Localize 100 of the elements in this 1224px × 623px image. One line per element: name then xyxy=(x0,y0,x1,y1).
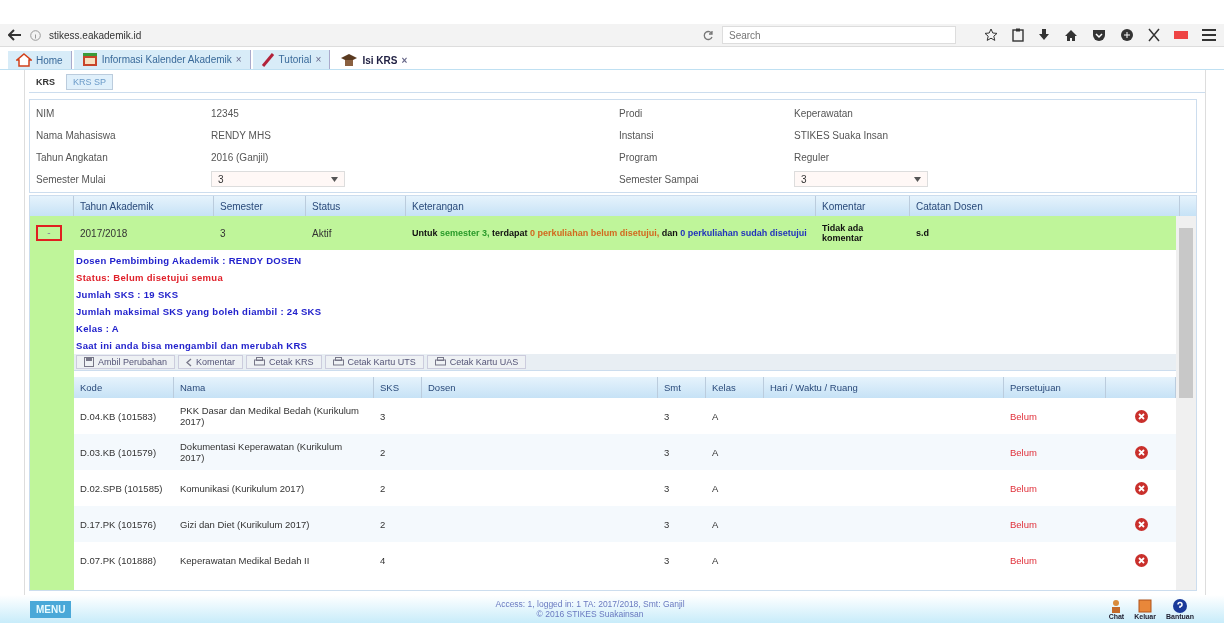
table-cell-text: 3 xyxy=(379,410,387,422)
table-cell-text: Dokumentasi Keperawatan (Kurikulum 2017) xyxy=(179,441,344,463)
search-field[interactable]: Search xyxy=(722,26,956,44)
action-button[interactable]: Cetak Kartu UAS xyxy=(426,355,527,369)
back-icon[interactable] xyxy=(8,29,22,41)
table-cell-text: Belum xyxy=(1009,446,1038,458)
table-cell-text: Komunikasi (Kurikulum 2017) xyxy=(179,482,306,494)
scrollbar[interactable] xyxy=(1176,216,1196,590)
table-cell-text: Keperawatan Medikal Bedah II xyxy=(179,554,311,566)
table-cell-text: D.04.KB (101583) xyxy=(79,410,158,422)
address-field[interactable]: stikess.eakademik.id xyxy=(49,29,695,41)
table-cell-text: Aktif xyxy=(311,227,333,239)
table-cell-text: 2 xyxy=(379,446,387,458)
app-tab[interactable]: Informasi Kalender Akademik × xyxy=(73,50,251,69)
delete-icon[interactable] xyxy=(1134,517,1148,531)
table-cell-text: Gizi dan Diet (Kurikulum 2017) xyxy=(179,518,311,530)
detail-text: Kelas : A xyxy=(75,322,120,336)
table-cell-text: 2 xyxy=(379,482,387,494)
table-cell-text: A xyxy=(711,482,720,494)
table-cell-text: 3 xyxy=(219,227,227,239)
table-cell-text: Belum xyxy=(1009,554,1038,566)
field-label: Tahun Angkatan xyxy=(36,151,109,163)
printer-icon xyxy=(254,357,266,367)
app-tab[interactable]: Tutorial × xyxy=(252,50,331,69)
house-icon xyxy=(16,53,32,67)
table-cell-text: 4 xyxy=(379,554,387,566)
semester-select[interactable]: 3 xyxy=(794,171,928,187)
delete-icon[interactable] xyxy=(1134,445,1148,459)
table-cell-text: D.02.SPB (101585) xyxy=(79,482,164,494)
table-cell-text: Belum xyxy=(1009,410,1038,422)
close-tab-icon[interactable]: × xyxy=(315,54,322,65)
field-label: Instansi xyxy=(619,129,655,141)
field-value: STIKES Suaka Insan xyxy=(794,129,888,141)
table-cell-text: s.d xyxy=(915,228,930,238)
pen-icon xyxy=(260,52,275,67)
table-cell-text: A xyxy=(711,518,720,530)
table-cell-text: A xyxy=(711,554,720,566)
home-icon[interactable] xyxy=(1064,28,1078,42)
table-cell-text: PKK Dasar dan Medikal Bedah (Kurikulum 2017) xyxy=(179,405,360,427)
calendar-icon xyxy=(81,52,98,67)
table-cell-text: 3 xyxy=(663,554,671,566)
table-cell-text: D.17.PK (101576) xyxy=(79,518,158,530)
table-cell-text: Belum xyxy=(1009,482,1038,494)
door-icon xyxy=(1138,598,1153,613)
table-cell-text: 2017/2018 xyxy=(79,227,129,239)
field-label: Semester Mulai xyxy=(36,173,107,185)
delete-icon[interactable] xyxy=(1134,553,1148,567)
action-button[interactable]: Komentar xyxy=(178,355,244,369)
field-label: Semester Sampai xyxy=(619,173,700,185)
action-button[interactable]: Cetak Kartu UTS xyxy=(324,355,424,369)
delete-icon[interactable] xyxy=(1134,481,1148,495)
table-cell-text: Belum xyxy=(1009,518,1038,530)
table-cell-text: 2 xyxy=(379,518,387,530)
detail-text: Jumlah SKS : 19 SKS xyxy=(75,288,180,302)
app-tab[interactable]: Home xyxy=(8,51,72,69)
table-cell-text: 3 xyxy=(663,482,671,494)
semester-select[interactable]: 3 xyxy=(211,171,345,187)
status-text: Access: 1, logged in: 1 TA: 2017/2018, Smt: Ganjil xyxy=(495,599,685,609)
table-cell-text: Tidak ada komentar xyxy=(821,223,865,243)
clipboard-icon[interactable] xyxy=(1012,28,1024,42)
chevron-left-icon xyxy=(186,357,193,367)
dropdown-caret-icon xyxy=(914,176,921,182)
cross-icon[interactable] xyxy=(1148,28,1160,42)
field-label: Prodi xyxy=(619,107,644,119)
semester-row[interactable]: - 2017/2018 3 Aktif Untuk semester 3, terdapat 0 perkuliahan belum disetujui, dan 0 perkuliahan sudah disetujui Tidak ada komentar s.d xyxy=(30,216,1176,250)
table-cell-text: Untuk semester 3, terdapat 0 perkuliahan belum disetujui, dan 0 perkuliahan sudah disetujui xyxy=(411,228,808,238)
field-value: Keperawatan xyxy=(794,107,853,119)
dropdown-caret-icon xyxy=(331,176,338,182)
printer-icon xyxy=(332,357,344,367)
table-cell-text: 3 xyxy=(663,410,671,422)
field-value: 2016 (Ganjil) xyxy=(211,151,269,163)
menu-icon[interactable] xyxy=(1202,29,1216,41)
person-icon xyxy=(1110,598,1123,613)
action-button[interactable]: Ambil Perubahan xyxy=(76,355,176,369)
field-value: RENDY MHS xyxy=(211,129,271,141)
field-label: Program xyxy=(619,151,659,163)
action-button[interactable]: Cetak KRS xyxy=(246,355,322,369)
table-cell-text: D.07.PK (101888) xyxy=(79,554,158,566)
table-cell-text: 3 xyxy=(663,446,671,458)
copyright-text: © 2016 STIKES Suakainsan xyxy=(536,609,644,619)
close-tab-icon[interactable]: × xyxy=(401,54,408,66)
reload-icon[interactable] xyxy=(703,29,714,41)
shield-icon[interactable] xyxy=(1092,28,1106,42)
detail-text: Saat ini anda bisa mengambil dan merubah KRS xyxy=(75,339,309,353)
table-cell-text: A xyxy=(711,446,720,458)
field-label: Nama Mahasiswa xyxy=(36,129,117,141)
help-icon xyxy=(1173,598,1187,613)
detail-text: Jumlah maksimal SKS yang boleh diambil : 24 SKS xyxy=(75,305,323,319)
graduation-cap-icon xyxy=(340,53,359,67)
detail-text: Dosen Pembimbing Akademik : RENDY DOSEN xyxy=(75,254,303,268)
field-label: NIM xyxy=(36,107,56,119)
download-icon[interactable] xyxy=(1038,28,1050,42)
delete-icon[interactable] xyxy=(1134,409,1148,423)
field-value: 12345 xyxy=(211,107,239,119)
table-cell-text: A xyxy=(711,410,720,422)
detail-text: Status: Belum disetujui semua xyxy=(75,271,224,285)
table-cell-text: 3 xyxy=(663,518,671,530)
close-tab-icon[interactable]: × xyxy=(235,54,242,65)
table-cell-text: D.03.KB (101579) xyxy=(79,446,158,458)
star-icon[interactable] xyxy=(984,28,998,42)
